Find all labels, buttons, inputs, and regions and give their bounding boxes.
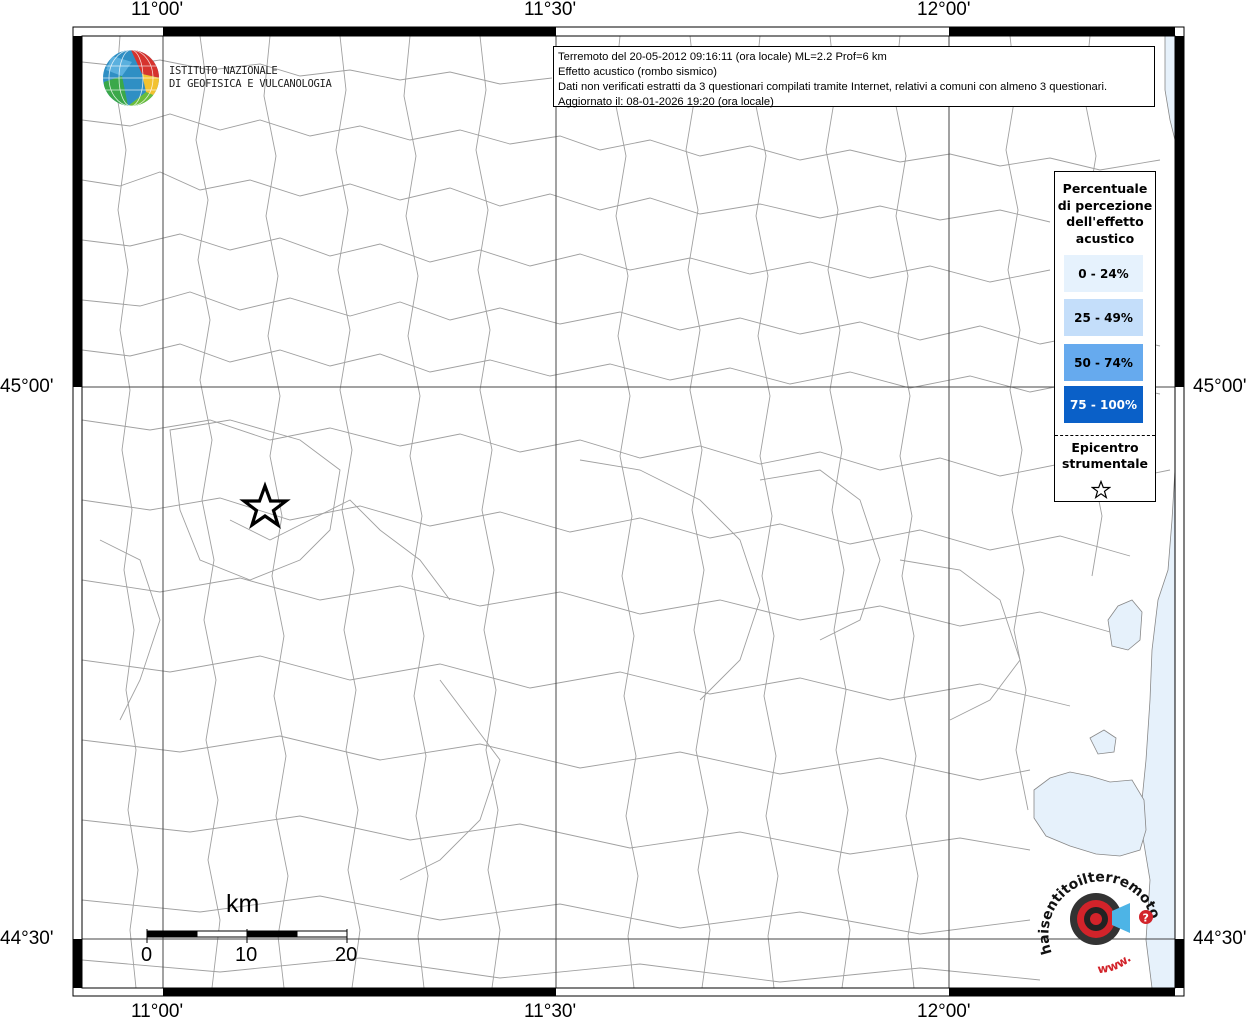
- scale-tick-0: 0: [141, 944, 153, 966]
- legend-title-line: dell'effetto: [1066, 214, 1144, 229]
- lon-label-bottom-2: 11°30': [524, 1001, 577, 1022]
- event-info-box: Terremoto del 20-05-2012 09:16:11 (ora l…: [553, 46, 1155, 108]
- lon-label-bottom-1: 11°00': [131, 1001, 184, 1022]
- lon-label-bottom-3: 12°00': [917, 1001, 971, 1022]
- badge-question-mark: ?: [1143, 912, 1149, 925]
- ingv-logo-text: ISTITUTO NAZIONALE DI GEOFISICA E VULCAN…: [169, 65, 332, 91]
- scale-tick-10: 10: [235, 944, 258, 966]
- lon-label-top-3: 12°00': [917, 0, 971, 20]
- legend-item-0-24: 0 - 24%: [1064, 255, 1143, 292]
- event-effect: Effetto acustico (rombo sismico): [558, 66, 717, 78]
- logo-line-2: DI GEOFISICA E VULCANOLOGIA: [169, 78, 332, 90]
- legend-title: Percentuale di percezione dell'effetto a…: [1055, 181, 1155, 247]
- legend-item-25-49: 25 - 49%: [1064, 299, 1143, 336]
- map-area: [73, 27, 1184, 996]
- legend: Percentuale di percezione dell'effetto a…: [1054, 171, 1156, 502]
- lat-label-right-1: 45°00': [1193, 376, 1247, 397]
- legend-star-icon: [1091, 480, 1111, 499]
- lon-label-top-2: 11°30': [524, 0, 577, 20]
- badge-url-text: www.: [1097, 951, 1134, 976]
- lat-label-left-1: 45°00': [0, 376, 54, 397]
- lat-label-left-2: 44°30': [0, 928, 54, 949]
- lat-label-right-2: 44°30': [1193, 928, 1247, 949]
- legend-title-line: di percezione: [1057, 197, 1153, 213]
- scale-tick-20: 20: [335, 944, 358, 966]
- legend-title-line: acustico: [1075, 230, 1135, 246]
- event-title: Terremoto del 20-05-2012 09:16:11 (ora l…: [558, 51, 887, 63]
- legend-item-50-74: 50 - 74%: [1064, 344, 1143, 381]
- globe-icon: [103, 50, 159, 106]
- logo-line-1: ISTITUTO NAZIONALE: [169, 65, 278, 77]
- ingv-logo: ISTITUTO NAZIONALE DI GEOFISICA E VULCAN…: [102, 48, 332, 110]
- legend-epicenter-line: strumentale: [1061, 456, 1149, 471]
- svg-text:www.: www.: [1097, 951, 1134, 976]
- legend-item-75-100: 75 - 100%: [1064, 386, 1143, 423]
- event-updated: Aggiornato il: 08-01-2026 19:20 (ora loc…: [558, 96, 774, 108]
- scale-unit: km: [226, 890, 260, 918]
- legend-divider: [1055, 435, 1155, 436]
- legend-title-line: Percentuale: [1062, 181, 1148, 196]
- event-data-note: Dati non verificati estratti da 3 questi…: [558, 81, 1108, 93]
- haisentito-badge-icon[interactable]: haisentitoilterremoto.it www. ?: [1034, 853, 1164, 983]
- legend-epicenter-label: Epicentro strumentale: [1055, 440, 1155, 472]
- lon-label-top-1: 11°00': [131, 0, 184, 20]
- legend-epicenter-line: Epicentro: [1071, 440, 1139, 455]
